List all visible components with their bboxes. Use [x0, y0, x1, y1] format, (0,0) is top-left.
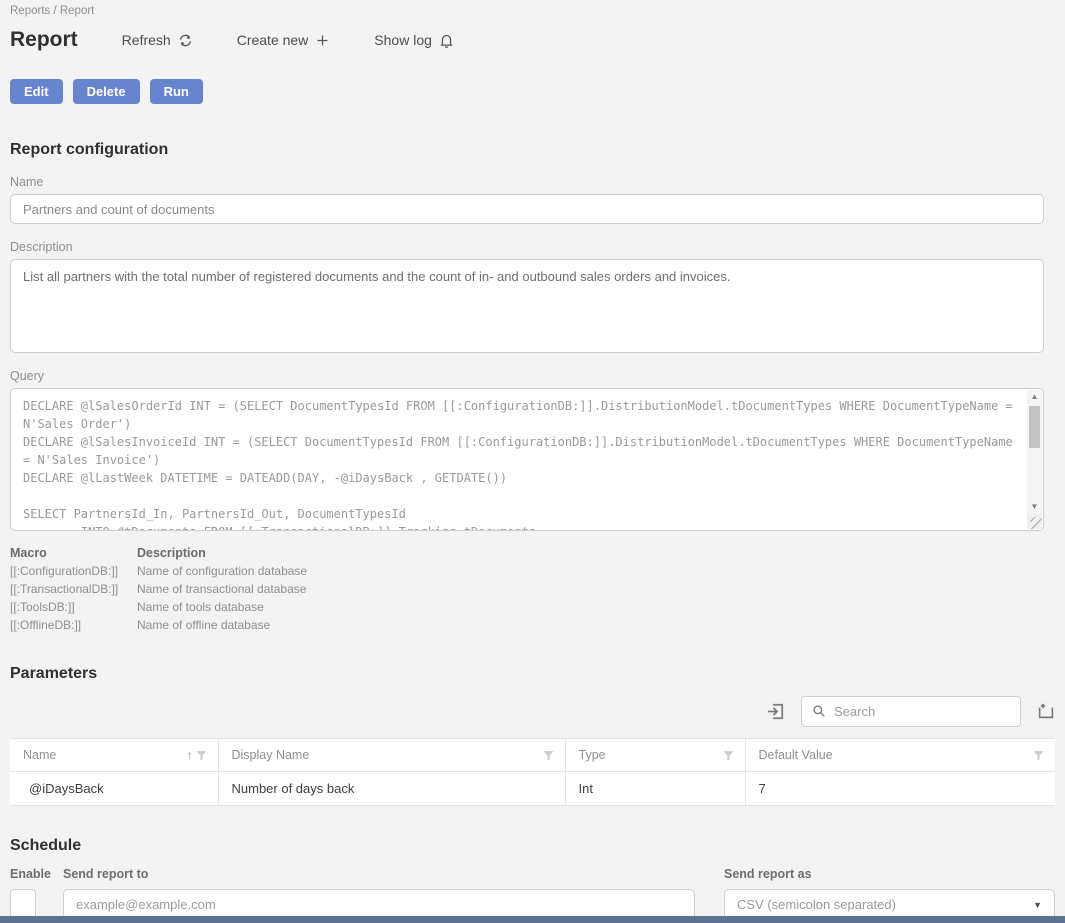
chevron-down-icon: ▼ [1033, 900, 1042, 910]
scroll-down-icon[interactable]: ▼ [1031, 500, 1039, 514]
edit-button[interactable]: Edit [10, 79, 63, 104]
parameter-row[interactable]: @iDaysBack Number of days back Int 7 [10, 772, 1055, 806]
send-report-to-label: Send report to [63, 867, 695, 881]
footer-bar [0, 916, 1065, 923]
resize-grip[interactable] [1027, 514, 1042, 529]
bell-icon [439, 33, 454, 48]
macro-description: Name of offline database [137, 618, 1055, 632]
parameters-heading: Parameters [10, 665, 1055, 683]
sort-ascending-icon[interactable]: ↑ [187, 748, 193, 762]
column-label: Default Value [759, 748, 1033, 762]
enable-label: Enable [10, 867, 63, 881]
filter-icon[interactable] [722, 749, 735, 762]
macro-description: Name of configuration database [137, 564, 1055, 578]
export-icon[interactable] [1037, 702, 1055, 720]
column-label: Type [579, 748, 722, 762]
send-report-as-label: Send report as [724, 867, 1055, 881]
show-log-button[interactable]: Show log [374, 32, 454, 48]
column-header-type[interactable]: Type [565, 739, 745, 772]
description-label: Description [10, 240, 1055, 254]
column-label: Name [23, 748, 187, 762]
macro-legend: Macro Description [[:ConfigurationDB:]] … [10, 546, 1055, 632]
description-input[interactable]: List all partners with the total number … [10, 259, 1044, 353]
query-editor[interactable]: DECLARE @lSalesOrderId INT = (SELECT Doc… [10, 388, 1044, 531]
parameters-table: Name ↑ Display Name [10, 738, 1055, 806]
run-button[interactable]: Run [150, 79, 203, 104]
query-text[interactable]: DECLARE @lSalesOrderId INT = (SELECT Doc… [11, 389, 1043, 531]
report-configuration-heading: Report configuration [10, 141, 1055, 159]
name-label: Name [10, 175, 1055, 189]
macro-description-header: Description [137, 546, 1055, 560]
filter-icon[interactable] [1032, 749, 1045, 762]
delete-button[interactable]: Delete [73, 79, 140, 104]
search-box[interactable] [801, 696, 1021, 727]
refresh-icon [178, 33, 193, 48]
query-label: Query [10, 369, 1055, 383]
scroll-up-icon[interactable]: ▲ [1031, 390, 1039, 404]
parameter-default-value-cell: 7 [745, 772, 1055, 806]
column-header-name[interactable]: Name ↑ [10, 739, 218, 772]
create-new-button[interactable]: Create new [237, 32, 331, 48]
import-icon[interactable] [766, 702, 785, 721]
filter-icon[interactable] [542, 749, 555, 762]
column-label: Display Name [232, 748, 542, 762]
macro-name: [[:ToolsDB:]] [10, 600, 137, 614]
schedule-heading: Schedule [10, 837, 1055, 855]
macro-name: [[:OfflineDB:]] [10, 618, 137, 632]
parameters-header-row: Name ↑ Display Name [10, 739, 1055, 772]
macro-name: [[:TransactionalDB:]] [10, 582, 137, 596]
macro-name: [[:ConfigurationDB:]] [10, 564, 137, 578]
macro-column-header: Macro [10, 546, 137, 560]
name-input[interactable] [10, 194, 1044, 224]
macro-description: Name of transactional database [137, 582, 1055, 596]
refresh-button[interactable]: Refresh [122, 32, 193, 48]
breadcrumb[interactable]: Reports / Report [10, 0, 1055, 17]
parameter-type-cell: Int [565, 772, 745, 806]
page-title: Report [10, 28, 78, 52]
plus-icon [315, 33, 330, 48]
query-vertical-scrollbar[interactable]: ▲ ▼ [1027, 390, 1042, 514]
search-icon [812, 704, 826, 718]
refresh-label: Refresh [122, 32, 171, 48]
filter-icon[interactable] [195, 749, 208, 762]
column-header-display-name[interactable]: Display Name [218, 739, 565, 772]
parameter-display-name-cell: Number of days back [218, 772, 565, 806]
search-input[interactable] [834, 704, 1010, 719]
column-header-default-value[interactable]: Default Value [745, 739, 1055, 772]
send-report-as-value: CSV (semicolon separated) [737, 897, 896, 912]
scrollbar-thumb[interactable] [1029, 406, 1040, 448]
macro-description: Name of tools database [137, 600, 1055, 614]
parameter-name-cell: @iDaysBack [10, 772, 218, 806]
show-log-label: Show log [374, 32, 432, 48]
create-new-label: Create new [237, 32, 309, 48]
